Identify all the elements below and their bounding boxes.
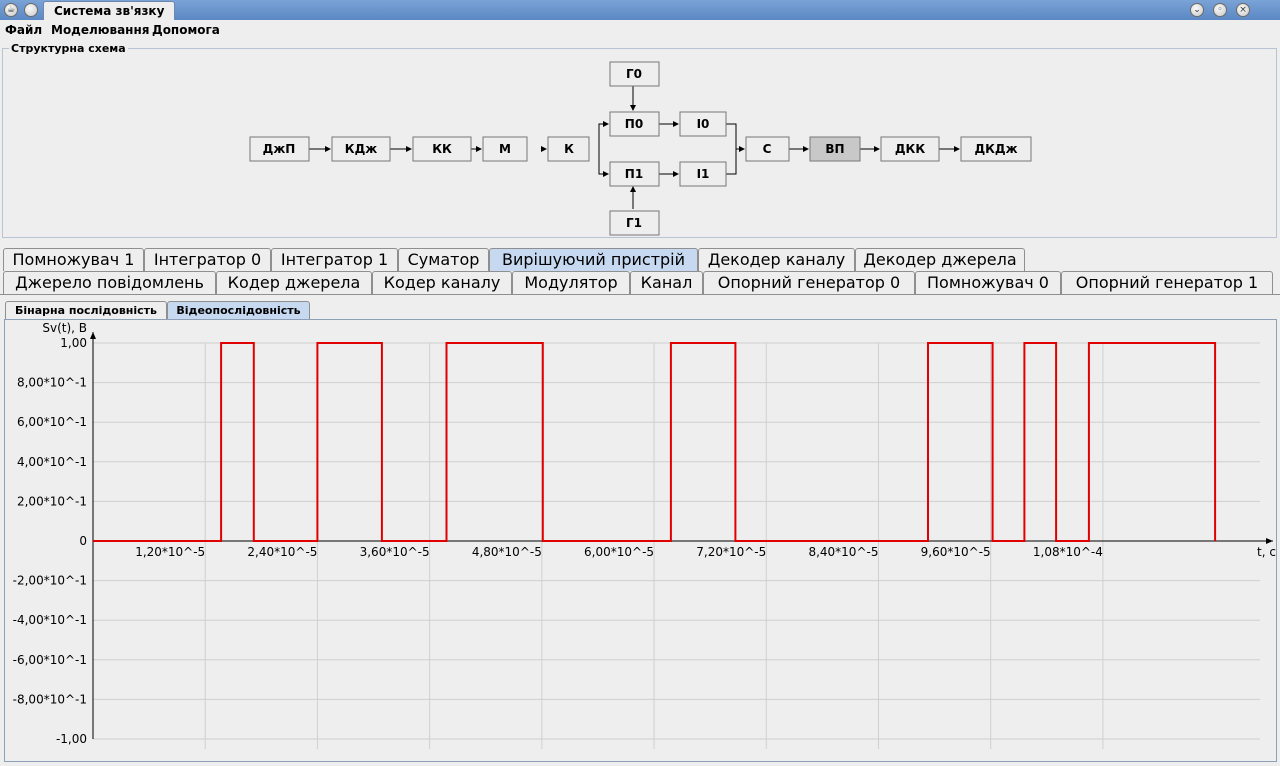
tab-source-encoder[interactable]: Кодер джерела — [216, 271, 372, 294]
block-i1[interactable]: І1 — [679, 161, 727, 187]
tab-channel-decoder[interactable]: Декодер каналу — [698, 248, 855, 271]
block-vp[interactable]: ВП — [809, 136, 861, 162]
tab-multiplier-0[interactable]: Помножувач 0 — [915, 271, 1061, 294]
y-tick-label: 8,00*10^-1 — [17, 376, 87, 390]
y-tick-label: -2,00*10^-1 — [13, 574, 87, 588]
menu-bar: Файл Моделювання Допомога — [0, 20, 1280, 40]
x-axis-arrow — [1266, 538, 1273, 544]
window-menu-button[interactable] — [24, 3, 38, 17]
tab-source-decoder[interactable]: Декодер джерела — [855, 248, 1025, 271]
y-tick-label: 4,00*10^-1 — [17, 455, 87, 469]
tab-integrator-0[interactable]: Інтегратор 0 — [144, 248, 271, 271]
y-tick-label: 2,00*10^-1 — [17, 494, 87, 508]
tab-modulator[interactable]: Модулятор — [512, 271, 630, 294]
tab-integrator-1[interactable]: Інтегратор 1 — [271, 248, 398, 271]
maximize-icon[interactable]: ◦ — [1213, 3, 1227, 17]
svg-text:К: К — [564, 142, 574, 156]
x-tick-label: 8,40*10^-5 — [808, 545, 878, 559]
menu-simulation[interactable]: Моделювання — [51, 23, 149, 37]
y-tick-label: -8,00*10^-1 — [13, 692, 87, 706]
x-tick-label: 2,40*10^-5 — [247, 545, 317, 559]
svg-text:ДКДж: ДКДж — [974, 142, 1017, 156]
svg-text:ДжП: ДжП — [263, 142, 296, 156]
subtab-binary-sequence[interactable]: Бінарна послідовність — [5, 301, 167, 320]
svg-text:І0: І0 — [697, 117, 710, 131]
java-app-icon: ☕ — [4, 3, 18, 17]
svg-text:І1: І1 — [697, 167, 710, 181]
svg-text:КК: КК — [432, 142, 452, 156]
svg-text:П1: П1 — [625, 167, 643, 181]
tab-reference-generator-0[interactable]: Опорний генератор 0 — [703, 271, 915, 294]
x-tick-label: 7,20*10^-5 — [696, 545, 766, 559]
tab-channel[interactable]: Канал — [630, 271, 703, 294]
video-sequence-chart: 1,00 8,00*10^-1 6,00*10^-1 4,00*10^-1 2,00*1… — [13, 321, 1276, 749]
block-dkdj[interactable]: ДКДж — [960, 136, 1032, 162]
x-tick-label: 3,60*10^-5 — [360, 545, 430, 559]
menu-help[interactable]: Допомога — [152, 23, 220, 37]
chart-panel: 1,00 8,00*10^-1 6,00*10^-1 4,00*10^-1 2,00*1… — [4, 319, 1277, 762]
block-dkk[interactable]: ДКК — [880, 136, 940, 162]
x-tick-label: 1,08*10^-4 — [1033, 545, 1103, 559]
tabs-divider — [0, 294, 1280, 295]
block-kk[interactable]: КК — [412, 136, 472, 162]
svg-text:С: С — [763, 142, 772, 156]
subtab-video-sequence[interactable]: Відеопослідовність — [167, 301, 310, 320]
block-kdj[interactable]: КДж — [331, 136, 391, 162]
svg-text:М: М — [499, 142, 511, 156]
block-p1[interactable]: П1 — [609, 161, 660, 187]
block-k[interactable]: К — [547, 136, 590, 162]
svg-text:КДж: КДж — [345, 142, 377, 156]
x-axis-label: t, с — [1257, 545, 1276, 559]
block-g0[interactable]: Г0 — [609, 61, 660, 87]
block-s[interactable]: С — [745, 136, 790, 162]
x-tick-label: 6,00*10^-5 — [584, 545, 654, 559]
tab-multiplier-1[interactable]: Помножувач 1 — [3, 248, 144, 271]
tab-reference-generator-1[interactable]: Опорний генератор 1 — [1061, 271, 1273, 294]
block-diagram: ДжП КДж КК М К Г0 П0 І0 П1 І1 Г1 С ВП ДК… — [249, 61, 1032, 236]
y-tick-label: 1,00 — [60, 336, 87, 350]
y-tick-label: -1,00 — [56, 732, 87, 746]
block-i0[interactable]: І0 — [679, 111, 727, 137]
x-tick-label: 4,80*10^-5 — [472, 545, 542, 559]
y-tick-label: -4,00*10^-1 — [13, 613, 87, 627]
svg-text:ВП: ВП — [825, 142, 844, 156]
block-m[interactable]: М — [482, 136, 528, 162]
svg-text:Г0: Г0 — [626, 67, 642, 81]
window-title: Система зв'язку — [43, 1, 176, 20]
minimize-icon[interactable]: ⌄ — [1190, 3, 1204, 17]
structure-scheme-panel: Структурна схема ДжП КДж КК М К Г0 П0 І0… — [2, 42, 1277, 238]
svg-text:Г1: Г1 — [626, 216, 642, 230]
tab-decision-device[interactable]: Вирішуючий пристрій — [489, 248, 698, 271]
svg-text:ДКК: ДКК — [895, 142, 925, 156]
menu-file[interactable]: Файл — [5, 23, 42, 37]
block-djp[interactable]: ДжП — [249, 136, 310, 162]
title-bar: ☕ Система зв'язку ⌄ ◦ × — [0, 0, 1280, 20]
tab-summator[interactable]: Суматор — [398, 248, 489, 271]
tab-message-source[interactable]: Джерело повідомлень — [3, 271, 216, 294]
y-tick-label: 6,00*10^-1 — [17, 415, 87, 429]
block-p0[interactable]: П0 — [609, 111, 660, 137]
x-tick-label: 1,20*10^-5 — [135, 545, 205, 559]
y-tick-label: -6,00*10^-1 — [13, 653, 87, 667]
y-axis-arrow — [90, 332, 96, 339]
y-tick-label: 0 — [79, 534, 87, 548]
block-g1[interactable]: Г1 — [609, 210, 660, 236]
y-axis-label: Sv(t), В — [42, 321, 87, 335]
x-tick-label: 9,60*10^-5 — [921, 545, 991, 559]
svg-text:П0: П0 — [625, 117, 643, 131]
tab-channel-encoder[interactable]: Кодер каналу — [372, 271, 512, 294]
close-icon[interactable]: × — [1236, 3, 1250, 17]
